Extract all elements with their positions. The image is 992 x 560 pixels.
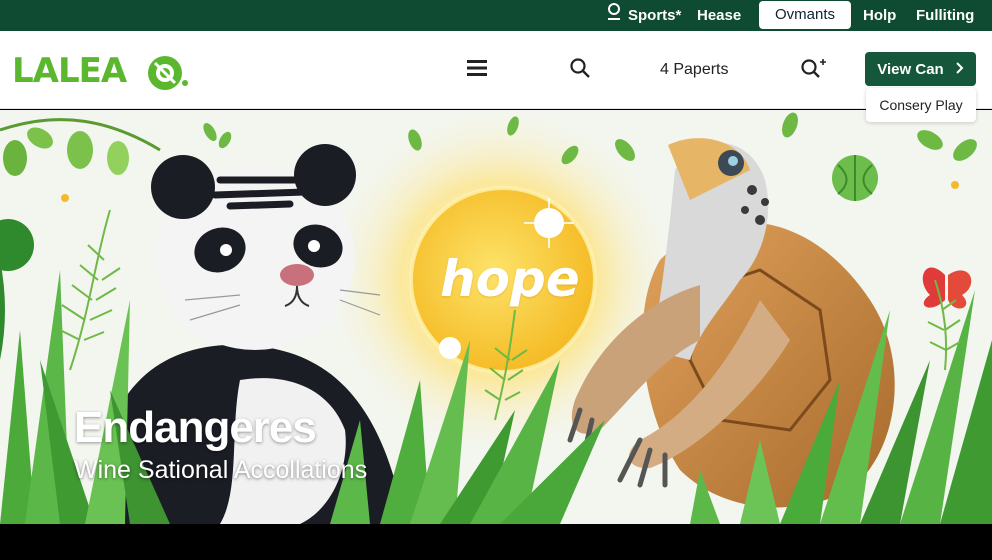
search-sparkle-icon [800, 57, 828, 84]
papers-link[interactable]: 4 Paperts [660, 31, 728, 109]
topbar-label-ovmants: Ovmants [775, 6, 836, 23]
bottom-bar [0, 524, 992, 560]
topbar-item-fulliting[interactable]: Fulliting [916, 0, 974, 31]
chevron-right-icon [955, 61, 964, 78]
view-can-label: View Can [877, 60, 944, 78]
topbar-item-sports[interactable]: Sports* [606, 0, 681, 31]
hero-title: Endangeres [74, 403, 317, 452]
pin-icon [606, 1, 622, 32]
dropdown-item-label: Consery Play [879, 97, 963, 113]
view-can-button[interactable]: View Can [865, 52, 976, 86]
topbar-item-ovmants[interactable]: Ovmants [759, 1, 852, 29]
butterfly-illustration [922, 267, 972, 309]
menu-button[interactable] [467, 31, 487, 109]
search-plus-button[interactable] [800, 31, 828, 109]
top-utility-bar: Sports* Hease Ovmants Holp Fulliting [0, 0, 992, 31]
topbar-label-fulliting: Fulliting [916, 7, 975, 24]
hero-subtitle: Wine Sational Accollations [74, 456, 368, 484]
papers-link-label: 4 Paperts [660, 61, 729, 78]
logo-mark-icon[interactable] [145, 53, 191, 98]
topbar-label-hease: Hease [697, 7, 742, 24]
hero-banner: hope Endangeres Wine Sational Accollatio… [0, 110, 992, 524]
melon-illustration [832, 155, 878, 201]
main-header: LALEA 4 Paperts View Can [0, 31, 992, 109]
topbar-item-holp[interactable]: Holp [863, 0, 896, 31]
dropdown-item-consery-play[interactable]: Consery Play [866, 88, 976, 122]
logo-text[interactable]: LALEA [12, 51, 127, 91]
search-button[interactable] [570, 31, 590, 109]
search-icon [570, 57, 590, 83]
topbar-label-sports: Sports* [628, 7, 682, 24]
sun-label: hope [440, 250, 580, 308]
hamburger-icon [467, 59, 487, 81]
topbar-label-holp: Holp [863, 7, 897, 24]
topbar-item-hease[interactable]: Hease [697, 0, 741, 31]
